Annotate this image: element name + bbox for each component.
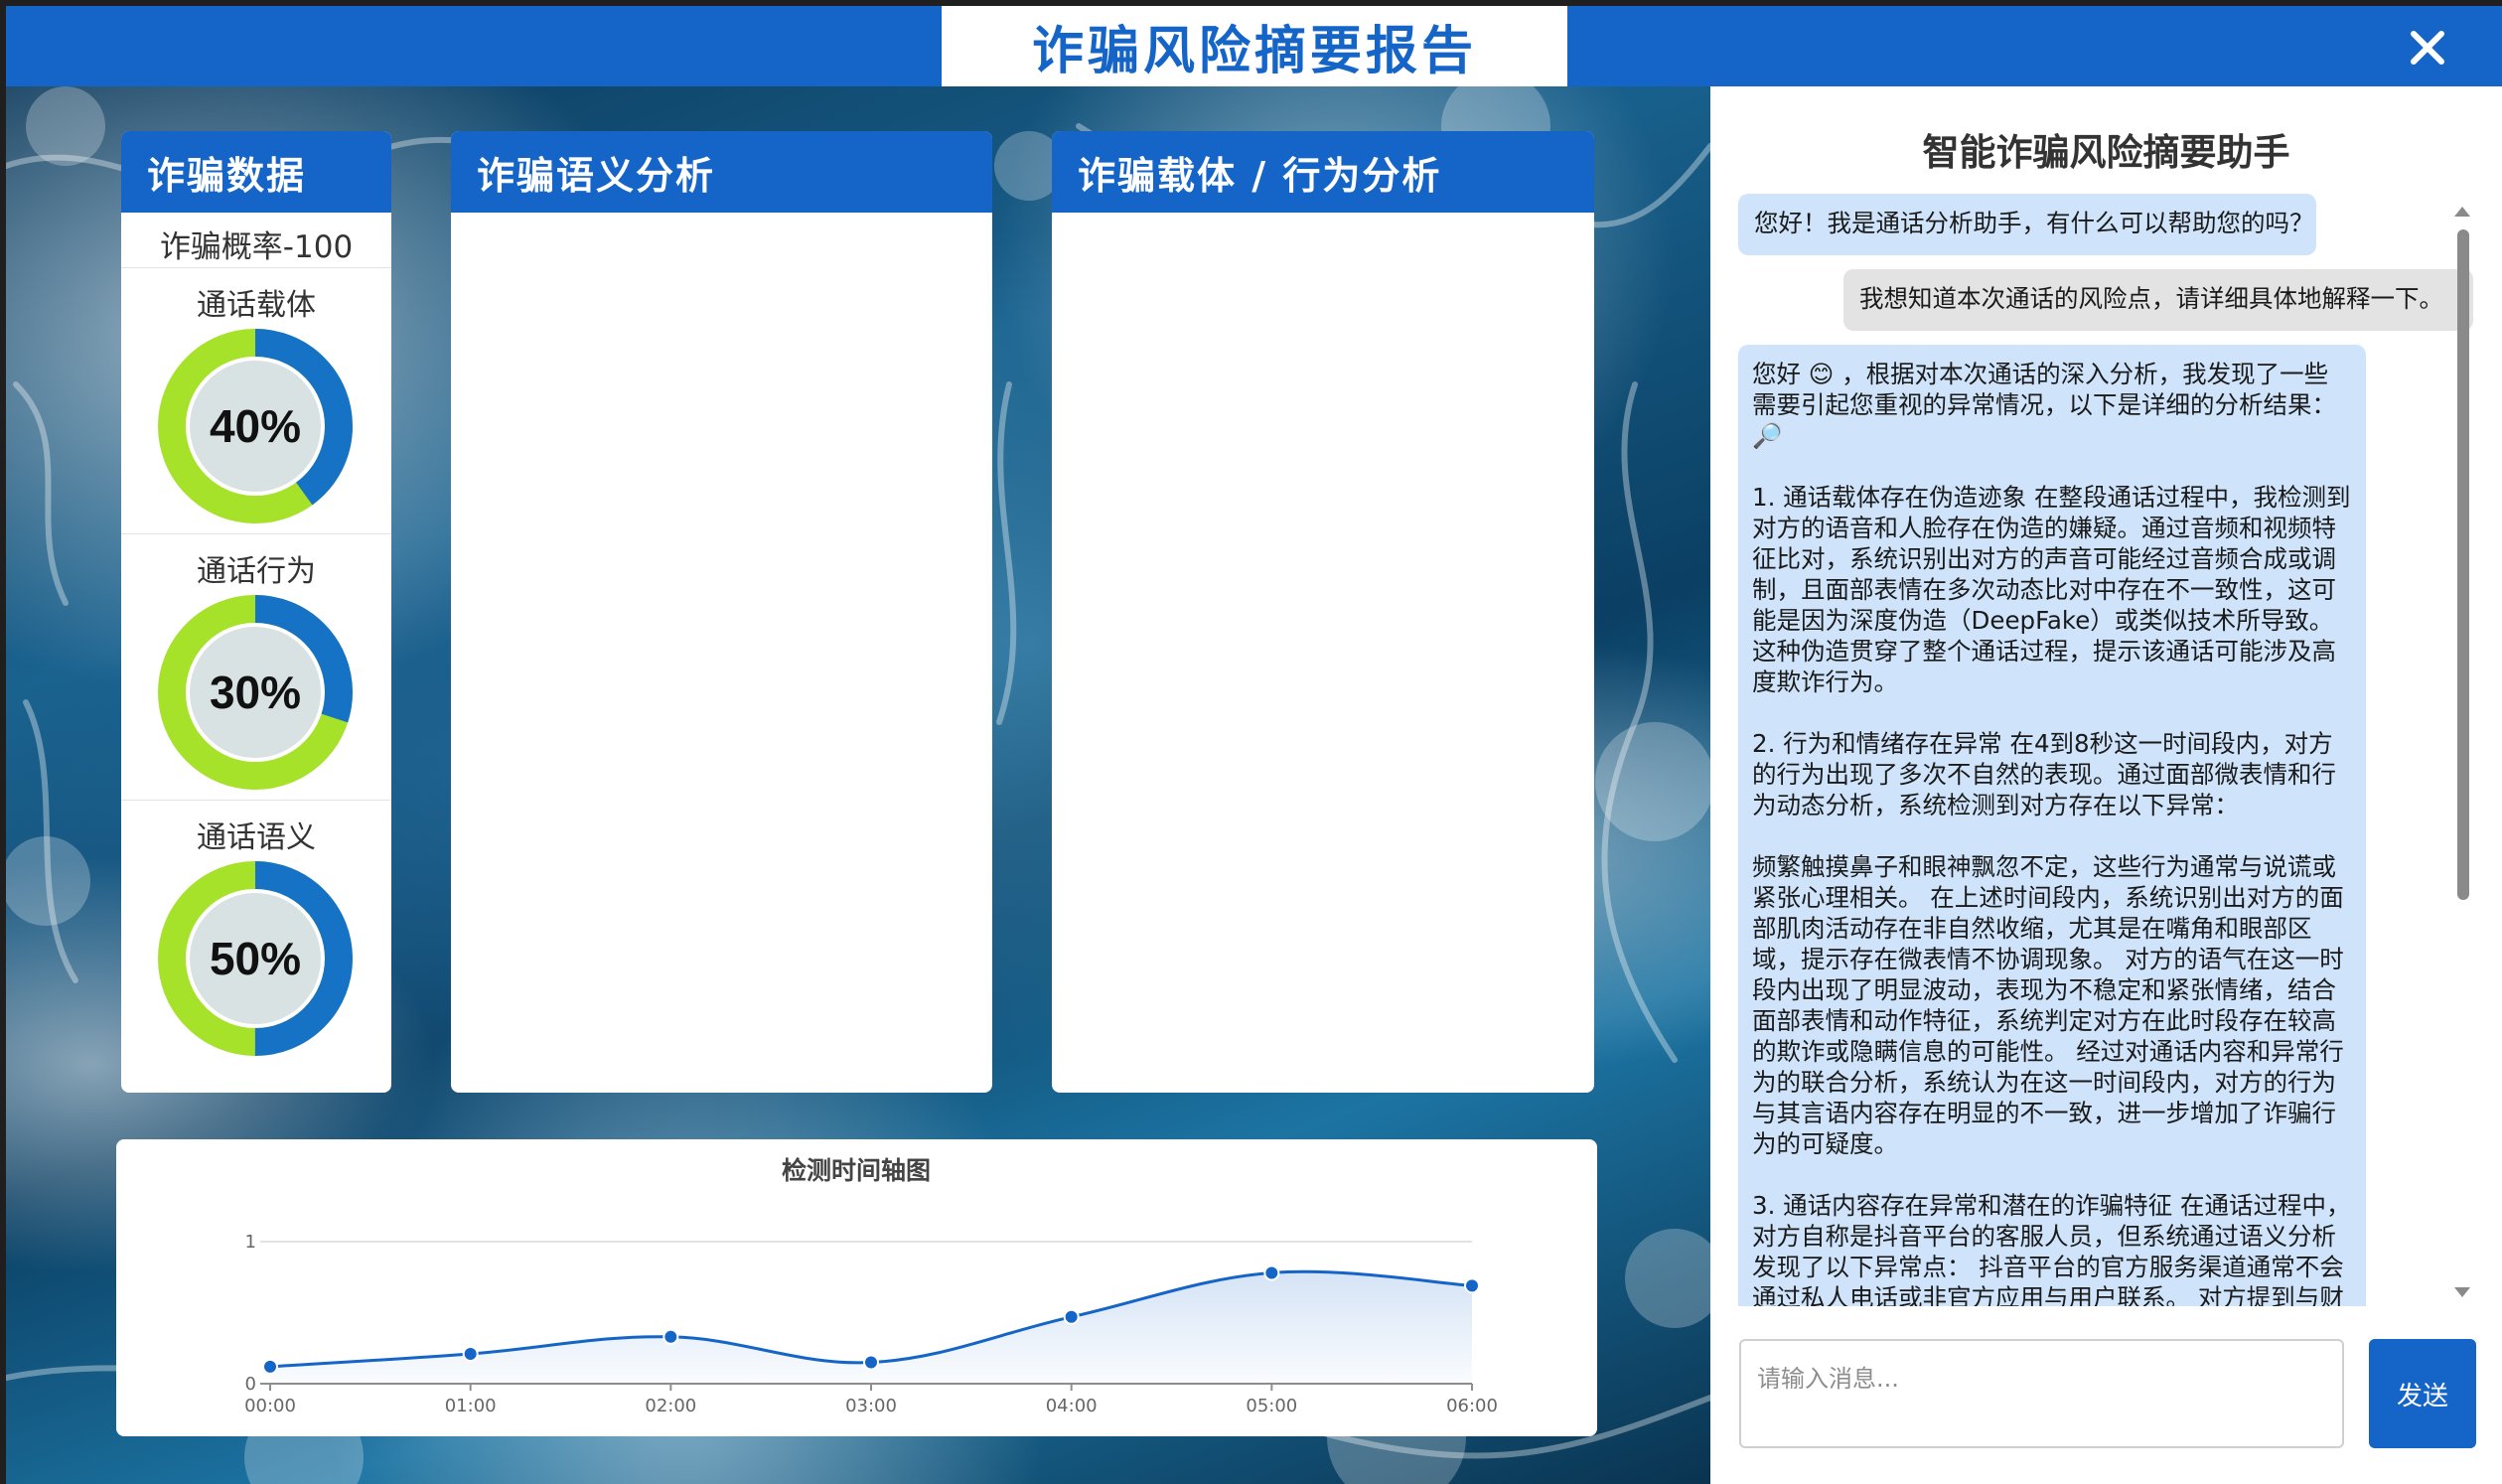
timeline-chart: 检测时间轴图 00:00 01:00 02:00 03:00 04:00 05:00 06:… bbox=[244, 1156, 1498, 1416]
y-tick-label: 1 bbox=[245, 1232, 256, 1253]
data-point bbox=[462, 1345, 479, 1362]
close-icon[interactable] bbox=[2408, 28, 2447, 68]
data-point bbox=[863, 1354, 879, 1371]
header-bar: 诈骗风险摘要报告 bbox=[6, 6, 2502, 86]
metric-label: 通话载体 bbox=[197, 288, 316, 323]
x-tick-label: 00:00 bbox=[244, 1396, 296, 1416]
reply-paragraph: 1. 通话载体存在伪造迹象 在整段通话过程中，我检测到对方的语音和人脸存在伪造的… bbox=[1752, 483, 2351, 696]
fraud-data-title: 诈骗数据 bbox=[121, 131, 391, 213]
data-point bbox=[662, 1328, 679, 1345]
donut-percent-label: 40% bbox=[210, 400, 301, 452]
metric-call-semantic: 通话语义 50% bbox=[121, 801, 391, 1067]
carrier-behavior-title: 诈骗载体 / 行为分析 bbox=[1052, 131, 1594, 213]
metric-label: 通话语义 bbox=[197, 820, 316, 855]
donut-chart: 50% bbox=[158, 861, 353, 1056]
x-tick-label: 02:00 bbox=[645, 1396, 696, 1416]
page-title: 诈骗风险摘要报告 bbox=[1031, 22, 1477, 81]
fraud-probability: 诈骗概率-100 bbox=[121, 226, 391, 268]
fraud-data-panel: 诈骗数据 诈骗概率-100 通话载体 40% 通话行为 30% 通话语义 50% bbox=[121, 131, 391, 1093]
data-point bbox=[1063, 1308, 1080, 1325]
x-tick-label: 06:00 bbox=[1446, 1396, 1498, 1416]
x-tick-label: 04:00 bbox=[1046, 1396, 1098, 1416]
semantic-analysis-title: 诈骗语义分析 bbox=[451, 131, 992, 213]
app-window: 诈骗风险摘要报告 诈骗数据 诈骗概率-100 通话载体 40% 通话行为 30%… bbox=[6, 6, 2502, 1484]
donut-percent-label: 30% bbox=[210, 667, 301, 718]
data-point bbox=[262, 1358, 278, 1375]
x-tick-label: 01:00 bbox=[445, 1396, 497, 1416]
donut-chart: 40% bbox=[158, 329, 353, 523]
page-title-box: 诈骗风险摘要报告 bbox=[942, 6, 1567, 86]
x-tick-label: 05:00 bbox=[1246, 1396, 1297, 1416]
reply-paragraph: 您好 😊 ，根据对本次通话的深入分析，我发现了一些需要引起您重视的异常情况，以下… bbox=[1752, 360, 2336, 450]
send-button[interactable]: 发送 bbox=[2369, 1339, 2476, 1448]
data-point bbox=[1464, 1277, 1480, 1294]
scroll-down-arrow[interactable] bbox=[2454, 1287, 2470, 1297]
assistant-reply: 您好 😊 ，根据对本次通话的深入分析，我发现了一些需要引起您重视的异常情况，以下… bbox=[1738, 345, 2366, 1306]
carrier-behavior-panel: 诈骗载体 / 行为分析 bbox=[1052, 131, 1594, 1093]
scroll-up-arrow[interactable] bbox=[2454, 207, 2470, 217]
metric-label: 通话行为 bbox=[197, 554, 316, 589]
y-tick-label: 0 bbox=[245, 1374, 256, 1395]
chat-panel: 智能诈骗风险摘要助手 您好！我是通话分析助手，有什么可以帮助您的吗？ 我想知道本… bbox=[1710, 86, 2502, 1484]
donut-percent-label: 50% bbox=[210, 933, 301, 984]
metric-call-carrier: 通话载体 40% bbox=[121, 268, 391, 534]
x-tick-label: 03:00 bbox=[845, 1396, 897, 1416]
chart-title: 检测时间轴图 bbox=[782, 1156, 931, 1185]
metric-call-behavior: 通话行为 30% bbox=[121, 534, 391, 801]
assistant-message: 您好！我是通话分析助手，有什么可以帮助您的吗？ bbox=[1738, 194, 2316, 255]
message-input[interactable] bbox=[1739, 1339, 2344, 1448]
timeline-chart-panel: 检测时间轴图 00:00 01:00 02:00 03:00 04:00 05:00 06:… bbox=[116, 1139, 1597, 1436]
reply-paragraph: 2. 行为和情绪存在异常 在4到8秒这一时间段内，对方的行为出现了多次不自然的表… bbox=[1752, 729, 2336, 819]
donut-chart: 30% bbox=[158, 595, 353, 790]
reply-paragraph: 3. 通话内容存在异常和潜在的诈骗特征 在通话过程中，对方自称是抖音平台的客服人… bbox=[1752, 1191, 2351, 1306]
semantic-analysis-panel: 诈骗语义分析 bbox=[451, 131, 992, 1093]
chat-title: 智能诈骗风险摘要助手 bbox=[1922, 131, 2290, 174]
reply-paragraph: 频繁触摸鼻子和眼神飘忽不定，这些行为通常与说谎或紧张心理相关。 在上述时间段内，… bbox=[1752, 852, 2344, 1158]
data-point bbox=[1263, 1264, 1280, 1281]
chat-messages[interactable]: 您好！我是通话分析助手，有什么可以帮助您的吗？ 我想知道本次通话的风险点，请详细… bbox=[1738, 194, 2473, 1306]
user-message: 我想知道本次通话的风险点，请详细具体地解释一下。 bbox=[1843, 269, 2473, 331]
chat-scrollbar-thumb[interactable] bbox=[2457, 229, 2469, 900]
